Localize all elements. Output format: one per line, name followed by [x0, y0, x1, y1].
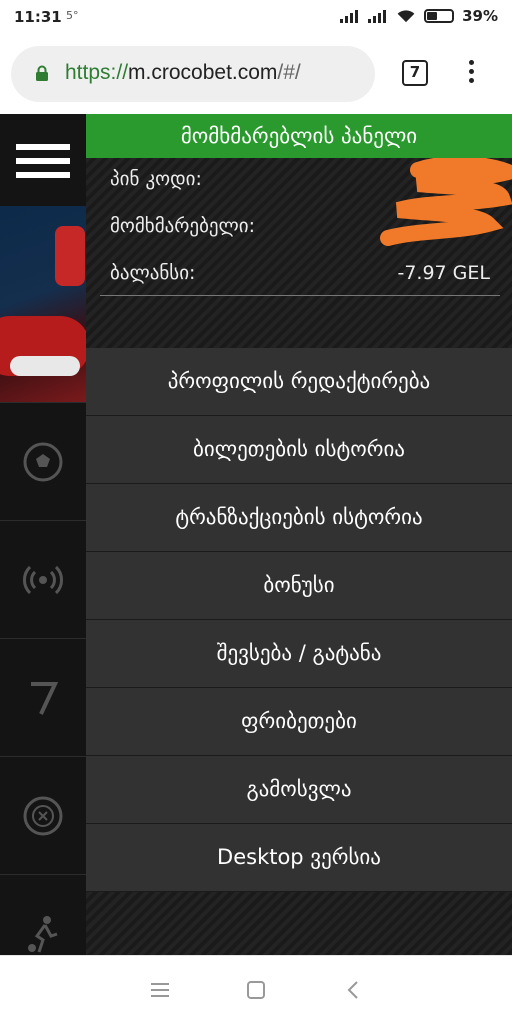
menu-transaction-history[interactable]: ტრანზაქციების ისტორია — [86, 484, 512, 552]
tab-switcher-button[interactable]: 7 — [402, 60, 428, 86]
url-text: https://m.crocobet.com/#/ — [65, 61, 301, 85]
status-bar: 11:31 5° 39% — [0, 0, 512, 36]
lock-icon — [36, 65, 48, 81]
menu-bonus[interactable]: ბონუსი — [86, 552, 512, 620]
user-panel: მომხმარებლის პანელი პინ კოდი: მომხმარებე… — [86, 114, 512, 955]
recent-apps-icon[interactable] — [148, 978, 172, 1002]
menu-edit-profile[interactable]: პროფილის რედაქტირება — [86, 348, 512, 416]
live-broadcast-icon[interactable] — [0, 520, 86, 638]
signal-icon-2 — [368, 9, 387, 23]
redaction-scribble — [380, 158, 512, 246]
menu-desktop-version[interactable]: Desktop ვერსია — [86, 824, 512, 892]
football-player-icon[interactable] — [0, 874, 86, 955]
hamburger-menu-icon[interactable] — [16, 144, 70, 180]
account-menu: პროფილის რედაქტირება ბილეთების ისტორია ტ… — [86, 348, 512, 892]
url-host: m.crocobet.com — [128, 61, 278, 84]
back-icon[interactable] — [342, 978, 366, 1002]
url-path: /#/ — [277, 61, 301, 84]
status-temperature: 5° — [66, 9, 79, 22]
address-bar[interactable]: https://m.crocobet.com/#/ — [11, 46, 375, 102]
side-nav — [0, 114, 86, 955]
balance-row: ბალანსი: -7.97 GEL — [100, 252, 500, 296]
url-scheme: https:// — [65, 61, 129, 84]
menu-freebets[interactable]: ფრიბეთები — [86, 688, 512, 756]
balance-label: ბალანსი: — [110, 262, 196, 284]
slot-seven-icon[interactable] — [0, 638, 86, 756]
signal-icon — [340, 9, 359, 23]
browser-toolbar: https://m.crocobet.com/#/ 7 — [0, 36, 512, 114]
battery-percent: 39% — [462, 7, 498, 25]
battery-icon — [424, 9, 455, 23]
user-panel-title: მომხმარებლის პანელი — [86, 114, 512, 158]
menu-deposit-withdraw[interactable]: შევსება / გატანა — [86, 620, 512, 688]
balance-value: -7.97 GEL — [397, 262, 490, 284]
soccer-ball-icon[interactable] — [0, 402, 86, 520]
menu-logout[interactable]: გამოსვლა — [86, 756, 512, 824]
home-icon[interactable] — [244, 978, 268, 1002]
roulette-icon[interactable] — [0, 756, 86, 874]
page-content: მომხმარებლის პანელი პინ კოდი: მომხმარებე… — [0, 114, 512, 955]
pin-code-label: პინ კოდი: — [110, 168, 202, 190]
username-label: მომხმარებელი: — [110, 215, 256, 237]
more-options-icon[interactable] — [466, 60, 476, 88]
menu-ticket-history[interactable]: ბილეთების ისტორია — [86, 416, 512, 484]
android-nav-bar — [0, 955, 512, 1024]
promo-banner-image[interactable] — [0, 206, 86, 402]
wifi-icon — [397, 9, 415, 22]
status-time: 11:31 — [14, 8, 62, 26]
